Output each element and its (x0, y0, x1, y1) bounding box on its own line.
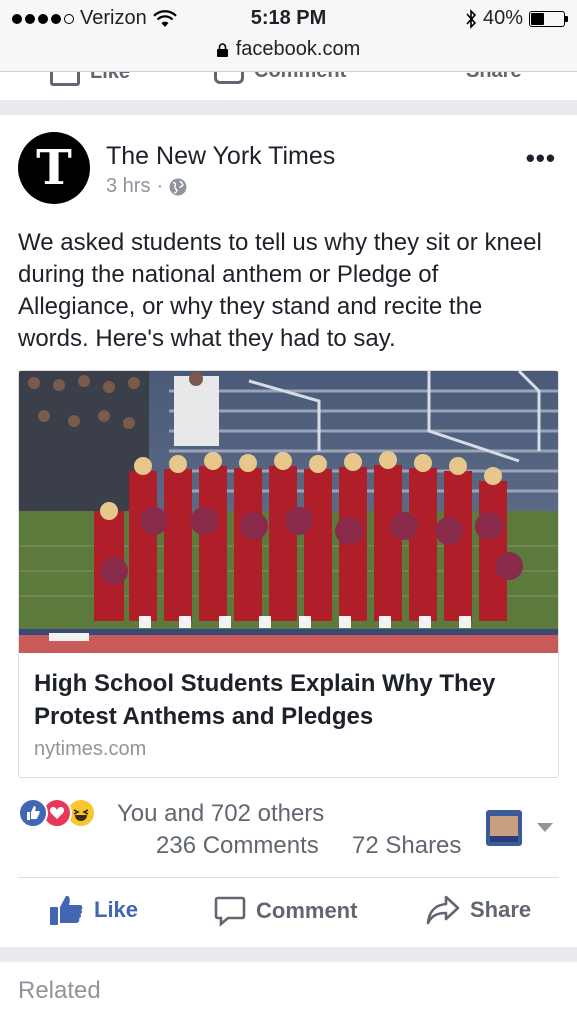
prev-comment-button[interactable]: Comment (214, 72, 346, 84)
cheerleaders-photo[interactable] (19, 371, 559, 653)
thumbs-up-icon (50, 895, 83, 925)
battery-area: 40% (465, 7, 568, 30)
bluetooth-icon (466, 8, 477, 29)
thumbs-up-icon (50, 72, 80, 86)
globe-icon (169, 178, 187, 195)
related-section: Related (0, 962, 577, 1024)
share-count[interactable]: 72 Shares (352, 832, 461, 860)
post-meta: 3 hrs · (106, 175, 187, 198)
link-preview[interactable]: High School Students Explain Why They Pr… (18, 370, 559, 778)
share-button[interactable]: Share (426, 895, 531, 925)
share-icon (426, 72, 456, 84)
divider (18, 877, 559, 878)
related-heading: Related (18, 977, 101, 1004)
reaction-icons[interactable] (18, 798, 96, 828)
nyt-logo: T (36, 140, 72, 196)
chevron-down-icon[interactable] (537, 823, 553, 832)
address-bar[interactable]: facebook.com (0, 38, 577, 61)
viewer-avatar[interactable] (486, 810, 522, 846)
status-bar: Verizon 5:18 PM 40% facebook.com (0, 0, 577, 72)
battery-icon (529, 10, 568, 27)
post-text: We asked students to tell us why they si… (18, 229, 542, 352)
reaction-summary[interactable]: You and 702 others (117, 800, 324, 828)
meta-separator: · (156, 175, 164, 197)
share-icon (426, 895, 460, 925)
link-title[interactable]: High School Students Explain Why They Pr… (34, 667, 549, 733)
prev-like-button[interactable]: Like (50, 72, 130, 86)
previous-post-actions: Like Comment Share (0, 72, 577, 100)
url-text: facebook.com (235, 38, 361, 60)
battery-percent: 40% (482, 7, 523, 29)
like-button[interactable]: Like (50, 895, 138, 925)
lock-icon (216, 42, 228, 57)
like-reaction-icon (18, 798, 48, 828)
comment-count[interactable]: 236 Comments (156, 832, 319, 860)
page-avatar[interactable]: T (18, 132, 90, 204)
comment-icon (214, 896, 246, 927)
link-domain: nytimes.com (34, 738, 147, 760)
prev-share-button[interactable]: Share (426, 72, 522, 84)
more-options-button[interactable]: ••• (526, 143, 556, 174)
post-time[interactable]: 3 hrs (106, 175, 150, 198)
post-card: T The New York Times 3 hrs · ••• We aske… (0, 115, 577, 947)
battery-level (531, 12, 544, 25)
comment-button[interactable]: Comment (214, 895, 357, 927)
comment-icon (214, 72, 244, 84)
page-name[interactable]: The New York Times (106, 142, 335, 171)
